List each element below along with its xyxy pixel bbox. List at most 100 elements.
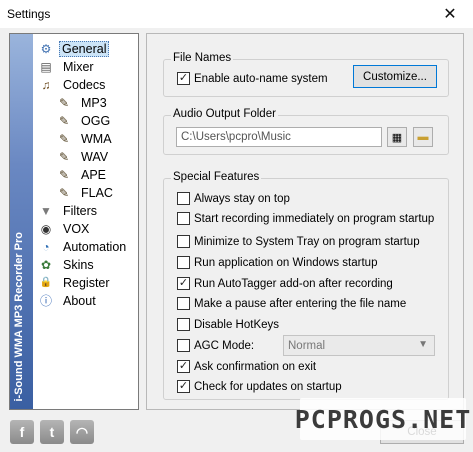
checkbox-label: Make a pause after entering the file nam… — [194, 297, 407, 310]
tree-item-filters[interactable]: ▼ Filters — [38, 202, 101, 219]
tree-item-vox[interactable]: ◉ VOX — [38, 220, 93, 237]
tree-item-label: WMA — [81, 131, 112, 146]
tree-item-general[interactable]: ⚙ General — [38, 40, 110, 57]
tree-item-label: Automation — [63, 239, 127, 254]
codecs-icon: ♫ — [41, 77, 51, 92]
checkbox-box — [177, 297, 190, 310]
pen-icon: ✎ — [58, 131, 70, 146]
agc-mode-checkbox[interactable]: AGC Mode: — [177, 339, 254, 352]
gear-icon: ⚙ — [40, 41, 52, 56]
checkbox-box — [177, 339, 190, 352]
tree-item-flac[interactable]: ✎ FLAC — [56, 184, 117, 201]
tree-item-label: Register — [63, 275, 110, 290]
clock-icon: ◔ — [42, 239, 50, 254]
checkbox-box — [177, 256, 190, 269]
minimize-to-tray-checkbox[interactable]: Minimize to System Tray on program start… — [177, 235, 420, 248]
customize-button[interactable]: Customize... — [353, 65, 437, 88]
facebook-icon[interactable]: f — [10, 420, 34, 444]
window-title: Settings — [7, 7, 51, 21]
group-title: Audio Output Folder — [171, 108, 278, 120]
tree-item-label: Codecs — [63, 77, 106, 92]
tree-item-label: General — [59, 40, 110, 57]
mixer-icon: ▤ — [40, 59, 52, 74]
checkbox-box — [177, 192, 190, 205]
general-panel: File Names ✓ Enable auto-name system Cus… — [146, 33, 464, 410]
check-updates-checkbox[interactable]: ✓ Check for updates on startup — [177, 380, 342, 393]
product-name: i-Sound WMA MP3 Recorder Pro — [13, 231, 25, 402]
tree-item-automation[interactable]: ◔ Automation — [38, 238, 130, 255]
tree-item-skins[interactable]: ✿ Skins — [38, 256, 98, 273]
title-bar: Settings ✕ — [0, 0, 473, 28]
checkbox-check-icon: ✓ — [177, 277, 190, 290]
vox-icon: ◉ — [40, 221, 52, 236]
checkbox-box — [177, 235, 190, 248]
info-icon: ⓘ — [39, 294, 52, 308]
tree-item-label: FLAC — [81, 185, 113, 200]
checkbox-label: AGC Mode: — [194, 339, 255, 352]
agc-mode-value: Normal — [288, 339, 326, 352]
watermark-logo: PCPROGS.NET — [295, 398, 470, 440]
pen-icon: ✎ — [58, 167, 70, 182]
pen-icon: ✎ — [58, 185, 70, 200]
pen-icon: ✎ — [58, 149, 70, 164]
tree-item-mixer[interactable]: ▤ Mixer — [38, 58, 98, 75]
run-autotagger-checkbox[interactable]: ✓ Run AutoTagger add-on after recording — [177, 277, 393, 290]
checkbox-label: Run application on Windows startup — [194, 256, 378, 269]
always-on-top-checkbox[interactable]: Always stay on top — [177, 192, 290, 205]
tree-item-mp3[interactable]: ✎ MP3 — [56, 94, 111, 111]
product-band: i-Sound WMA MP3 Recorder Pro — [10, 34, 33, 409]
tree-item-label: Mixer — [63, 59, 94, 74]
close-icon[interactable]: ✕ — [427, 0, 473, 28]
pen-icon: ✎ — [58, 95, 70, 110]
tree-item-label: MP3 — [81, 95, 107, 110]
lock-icon: 🔒 — [39, 277, 53, 288]
checkbox-box — [177, 212, 190, 225]
start-recording-checkbox[interactable]: Start recording immediately on program s… — [177, 212, 434, 225]
agc-mode-select[interactable]: Normal ▼ — [283, 335, 435, 356]
checkbox-label: Enable auto-name system — [194, 72, 328, 85]
group-title: Special Features — [171, 171, 262, 183]
tree-item-label: Filters — [63, 203, 98, 218]
checkbox-check-icon: ✓ — [177, 360, 190, 373]
tree-item-register[interactable]: 🔒 Register — [38, 274, 114, 291]
tree-item-wma[interactable]: ✎ WMA — [56, 130, 116, 147]
skins-icon: ✿ — [40, 257, 52, 272]
checkbox-label: Run AutoTagger add-on after recording — [194, 277, 393, 290]
tree-item-label: VOX — [63, 221, 90, 236]
pause-after-filename-checkbox[interactable]: Make a pause after entering the file nam… — [177, 297, 406, 310]
checkbox-label: Always stay on top — [194, 192, 290, 205]
run-on-startup-checkbox[interactable]: Run application on Windows startup — [177, 256, 377, 269]
checkbox-label: Ask confirmation on exit — [194, 360, 317, 373]
ask-confirmation-checkbox[interactable]: ✓ Ask confirmation on exit — [177, 360, 316, 373]
chevron-down-icon: ▼ — [418, 339, 428, 350]
checkbox-check-icon: ✓ — [177, 380, 190, 393]
disable-hotkeys-checkbox[interactable]: Disable HotKeys — [177, 318, 279, 331]
checkbox-check-icon: ✓ — [177, 72, 190, 85]
checkbox-box — [177, 318, 190, 331]
auto-name-checkbox[interactable]: ✓ Enable auto-name system — [177, 72, 328, 85]
tree-item-ape[interactable]: ✎ APE — [56, 166, 110, 183]
tree-item-label: About — [63, 293, 96, 308]
output-folder-input[interactable]: C:\Users\pcpro\Music — [176, 127, 382, 147]
sidebar: i-Sound WMA MP3 Recorder Pro ⚙ General ▤… — [9, 33, 139, 410]
checkbox-label: Minimize to System Tray on program start… — [194, 235, 420, 248]
twitter-icon[interactable]: t — [40, 420, 64, 444]
tree-item-label: WAV — [81, 149, 109, 164]
tree-item-label: APE — [81, 167, 107, 182]
tree-item-wav[interactable]: ✎ WAV — [56, 148, 112, 165]
tree-item-label: OGG — [81, 113, 111, 128]
group-title: File Names — [171, 52, 234, 64]
checkbox-label: Disable HotKeys — [194, 318, 280, 331]
browse-folder-icon[interactable]: ▬ — [413, 127, 433, 147]
checkbox-label: Start recording immediately on program s… — [194, 212, 435, 225]
settings-tree: ⚙ General ▤ Mixer ♫ Codecs ✎ MP3 ✎ OGG ✎… — [33, 34, 138, 409]
tree-item-about[interactable]: ⓘ About — [38, 292, 100, 309]
pen-icon: ✎ — [58, 113, 70, 128]
funnel-icon: ▼ — [40, 203, 52, 218]
tree-item-ogg[interactable]: ✎ OGG — [56, 112, 114, 129]
open-folder-list-icon[interactable]: ▦ — [387, 127, 407, 147]
rss-icon[interactable]: ◠ — [70, 420, 94, 444]
tree-item-label: Skins — [63, 257, 94, 272]
tree-item-codecs[interactable]: ♫ Codecs — [38, 76, 109, 93]
checkbox-label: Check for updates on startup — [194, 380, 342, 393]
